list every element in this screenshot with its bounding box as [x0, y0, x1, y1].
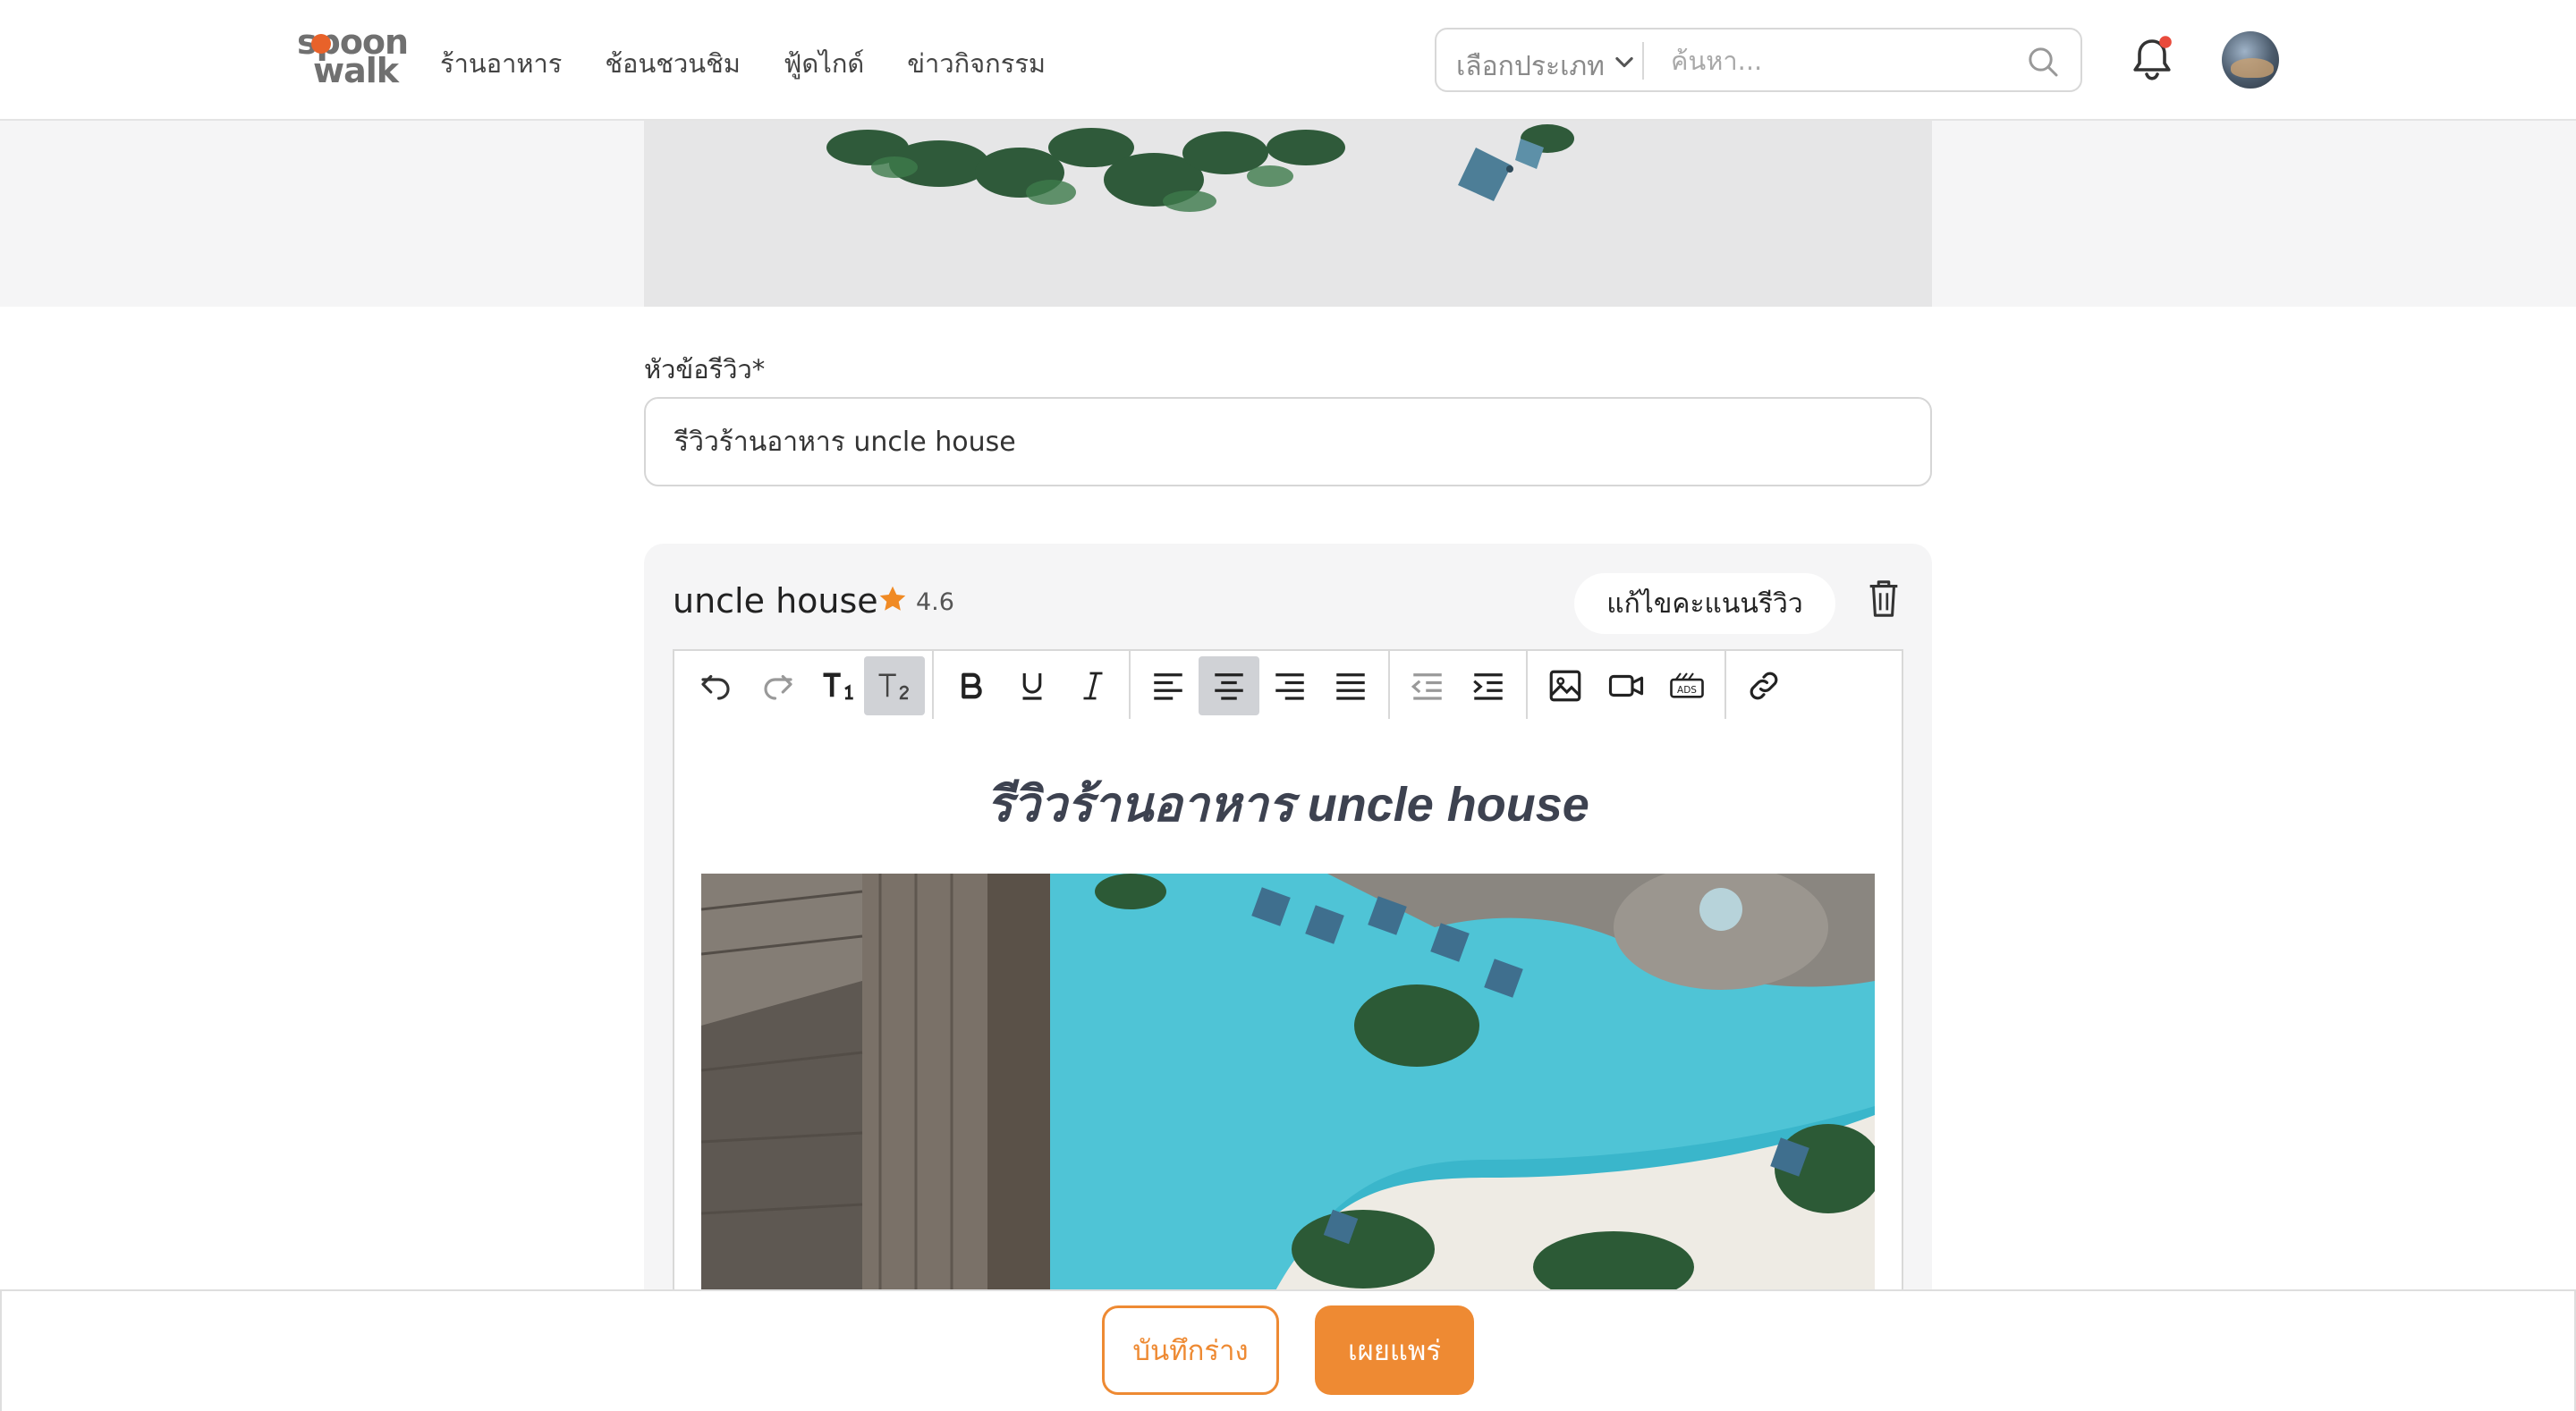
- toolbar-separator: [1724, 651, 1726, 719]
- align-right-icon[interactable]: [1259, 656, 1320, 715]
- spoonwalk-logo[interactable]: spoon walk: [297, 25, 409, 90]
- toolbar-separator: [932, 651, 934, 719]
- indent-icon[interactable]: [1458, 656, 1519, 715]
- search-icon[interactable]: [2025, 44, 2061, 80]
- review-title-input[interactable]: [644, 397, 1932, 486]
- undo-icon[interactable]: [685, 656, 746, 715]
- nav-restaurants[interactable]: ร้านอาหาร: [440, 43, 562, 84]
- restaurant-name: uncle house: [673, 581, 878, 621]
- cover-beach-image: [644, 121, 1932, 307]
- align-justify-icon[interactable]: [1320, 656, 1381, 715]
- redo-icon[interactable]: [748, 656, 809, 715]
- review-title-label: หัวข้อรีวิว*: [644, 354, 766, 384]
- save-draft-button[interactable]: บันทึกร่าง: [1102, 1305, 1279, 1395]
- toolbar-separator: [1526, 651, 1528, 719]
- pool-photo: [701, 874, 1875, 1294]
- video-icon[interactable]: [1596, 656, 1657, 715]
- align-left-icon[interactable]: [1138, 656, 1199, 715]
- underline-icon[interactable]: [1002, 656, 1063, 715]
- search-divider: [1642, 42, 1644, 80]
- trash-icon[interactable]: [1866, 578, 1902, 619]
- nav-spoon-invite[interactable]: ช้อนชวนชิม: [605, 43, 741, 84]
- toolbar-separator: [1388, 651, 1390, 719]
- publish-button[interactable]: เผยแพร่: [1315, 1305, 1474, 1395]
- chevron-down-icon[interactable]: [1612, 49, 1637, 74]
- cover-image[interactable]: [644, 121, 1932, 307]
- nav-news-events[interactable]: ข่าวกิจกรรม: [907, 43, 1046, 84]
- link-icon[interactable]: [1733, 656, 1794, 715]
- star-icon: [879, 586, 906, 611]
- heading2-icon[interactable]: [864, 656, 925, 715]
- avatar-figure: [2231, 58, 2274, 78]
- notification-bell-icon[interactable]: [2129, 34, 2175, 84]
- ads-icon[interactable]: ADS: [1657, 656, 1717, 715]
- heading1-icon[interactable]: [809, 656, 869, 715]
- bottom-action-bar: [0, 1289, 2576, 1411]
- category-select[interactable]: เลือกประเภท: [1456, 46, 1605, 88]
- italic-icon[interactable]: [1063, 656, 1123, 715]
- outdent-icon[interactable]: [1397, 656, 1458, 715]
- bold-icon[interactable]: [941, 656, 1002, 715]
- image-icon[interactable]: [1535, 656, 1596, 715]
- align-center-icon[interactable]: [1199, 656, 1259, 715]
- edit-rating-button[interactable]: แก้ไขคะแนนรีวิว: [1574, 573, 1835, 634]
- editor-toolbar: ADS: [673, 649, 1903, 721]
- user-avatar[interactable]: [2222, 31, 2279, 89]
- top-navbar: spoon walk ร้านอาหาร ช้อนชวนชิม ฟู้ดไกด์…: [0, 0, 2576, 121]
- editor-heading[interactable]: รีวิวร้านอาหาร uncle house: [673, 765, 1903, 842]
- toolbar-separator: [1129, 651, 1131, 719]
- review-image-pool[interactable]: [701, 874, 1875, 1294]
- main-menu: ร้านอาหาร ช้อนชวนชิม ฟู้ดไกด์ ข่าวกิจกรร…: [440, 43, 1046, 84]
- search-bar: เลือกประเภท: [1435, 28, 2082, 92]
- logo-text-bottom: walk: [313, 51, 399, 90]
- rating-value: 4.6: [916, 588, 954, 616]
- svg-text:ADS: ADS: [1677, 685, 1697, 696]
- search-input[interactable]: [1671, 42, 2011, 80]
- nav-food-guide[interactable]: ฟู้ดไกด์: [784, 43, 864, 84]
